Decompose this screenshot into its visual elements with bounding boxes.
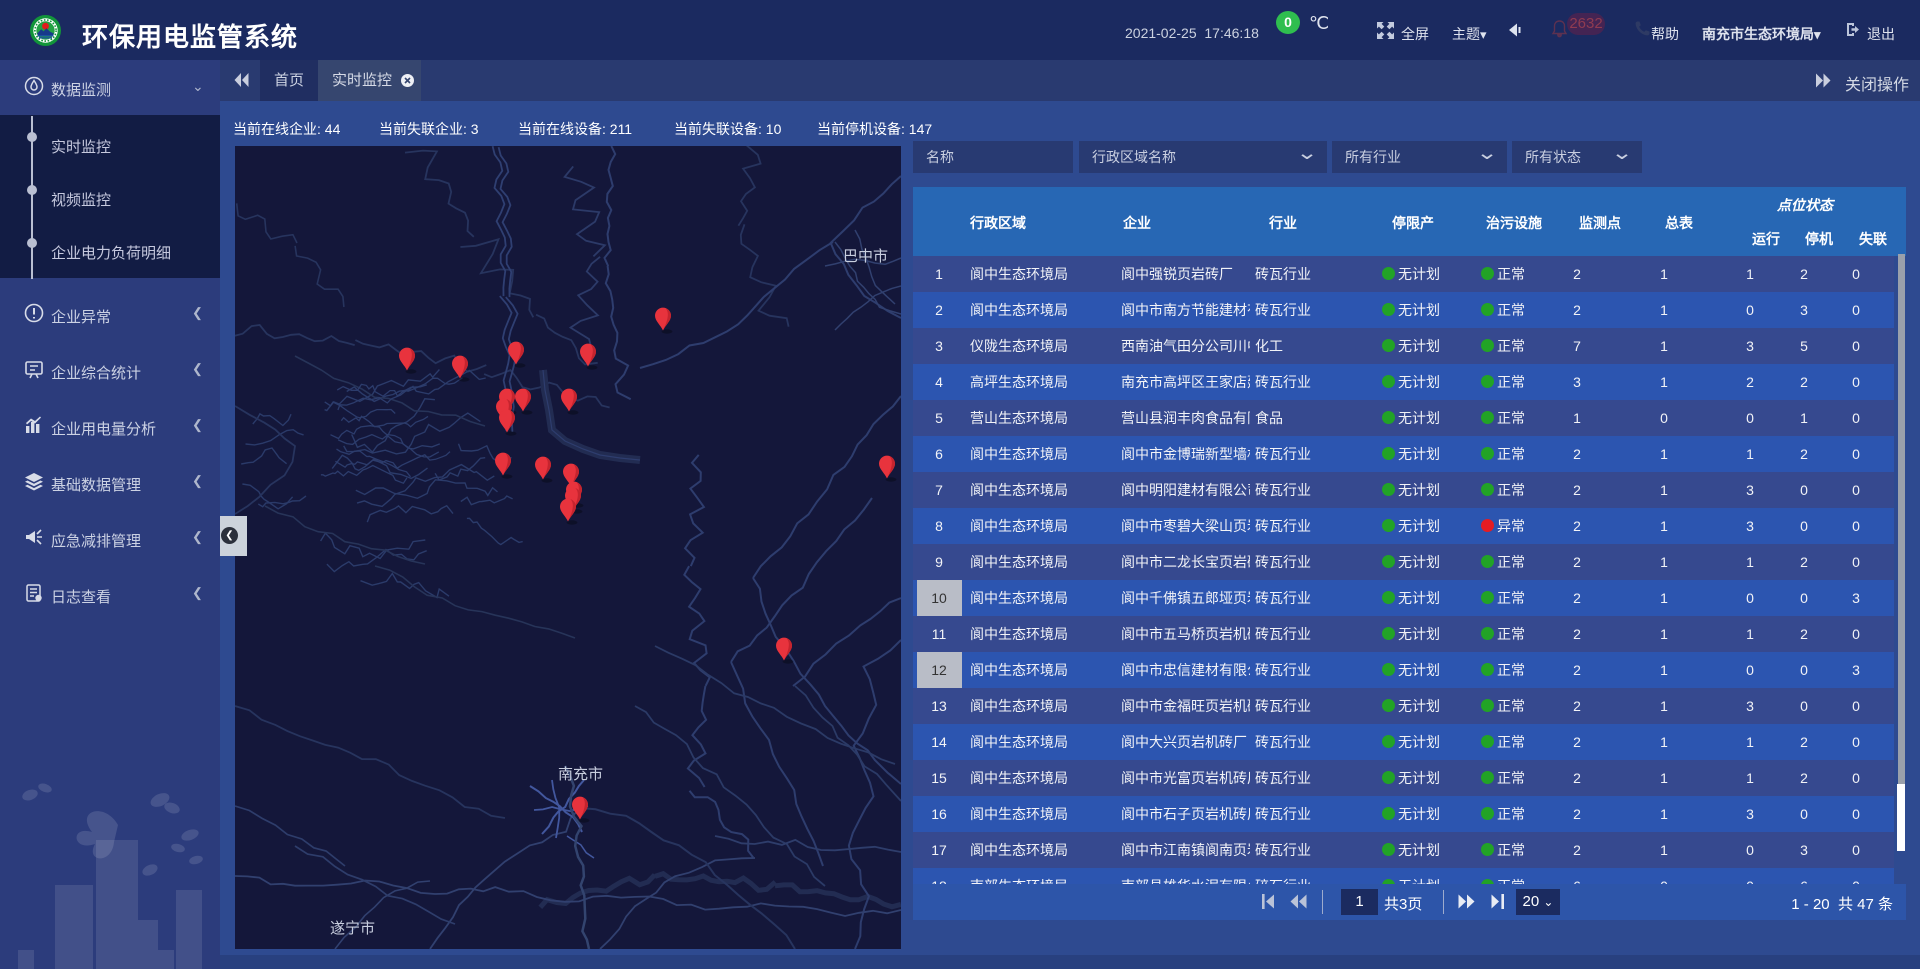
svg-text:南充市: 南充市 bbox=[558, 766, 603, 783]
svg-text:遂宁市: 遂宁市 bbox=[330, 920, 375, 937]
svg-text:巴中市: 巴中市 bbox=[843, 248, 888, 265]
